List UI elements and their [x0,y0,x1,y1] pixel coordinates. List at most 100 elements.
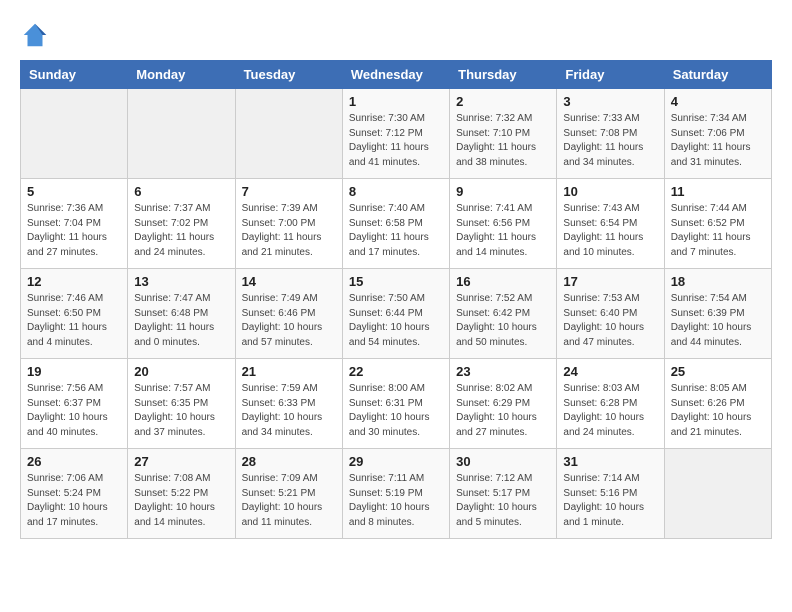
calendar-cell: 4 Sunrise: 7:34 AM Sunset: 7:06 PM Daylig… [664,89,771,179]
calendar-cell: 12Sunrise: 7:46 AM Sunset: 6:50 PM Dayli… [21,269,128,359]
day-info: Sunrise: 7:30 AM Sunset: 7:12 PM Dayligh… [349,112,443,170]
day-info: Sunrise: 7:36 AM Sunset: 7:04 PM Dayligh… [27,202,121,260]
header-day-saturday: Saturday [664,61,771,89]
day-info: Sunrise: 7:41 AM Sunset: 6:56 PM Dayligh… [456,202,550,260]
calendar-cell [128,89,235,179]
calendar-cell: 28Sunrise: 7:09 AM Sunset: 5:21 PM Dayli… [235,449,342,539]
day-number: 24 [563,364,657,379]
calendar-cell: 1 Sunrise: 7:30 AM Sunset: 7:12 PM Daylig… [342,89,449,179]
day-number: 4 [671,94,765,109]
header-day-sunday: Sunday [21,61,128,89]
calendar-cell: 25Sunrise: 8:05 AM Sunset: 6:26 PM Dayli… [664,359,771,449]
day-number: 13 [134,274,228,289]
header-day-monday: Monday [128,61,235,89]
day-info: Sunrise: 8:00 AM Sunset: 6:31 PM Dayligh… [349,382,443,440]
day-info: Sunrise: 7:06 AM Sunset: 5:24 PM Dayligh… [27,472,121,530]
day-info: Sunrise: 8:02 AM Sunset: 6:29 PM Dayligh… [456,382,550,440]
day-info: Sunrise: 7:43 AM Sunset: 6:54 PM Dayligh… [563,202,657,260]
logo [20,20,54,50]
day-info: Sunrise: 7:37 AM Sunset: 7:02 PM Dayligh… [134,202,228,260]
calendar-cell: 15 Sunrise: 7:50 AM Sunset: 6:44 PM Dayli… [342,269,449,359]
calendar-cell: 13 Sunrise: 7:47 AM Sunset: 6:48 PM Dayli… [128,269,235,359]
calendar-cell: 24 Sunrise: 8:03 AM Sunset: 6:28 PM Dayli… [557,359,664,449]
calendar-cell: 31Sunrise: 7:14 AM Sunset: 5:16 PM Dayli… [557,449,664,539]
day-number: 27 [134,454,228,469]
day-number: 25 [671,364,765,379]
day-number: 6 [134,184,228,199]
day-number: 20 [134,364,228,379]
day-info: Sunrise: 7:11 AM Sunset: 5:19 PM Dayligh… [349,472,443,530]
day-number: 23 [456,364,550,379]
week-row-5: 26Sunrise: 7:06 AM Sunset: 5:24 PM Dayli… [21,449,772,539]
day-info: Sunrise: 7:12 AM Sunset: 5:17 PM Dayligh… [456,472,550,530]
day-number: 10 [563,184,657,199]
day-info: Sunrise: 7:47 AM Sunset: 6:48 PM Dayligh… [134,292,228,350]
calendar-cell: 19 Sunrise: 7:56 AM Sunset: 6:37 PM Dayli… [21,359,128,449]
day-number: 18 [671,274,765,289]
calendar-cell: 5 Sunrise: 7:36 AM Sunset: 7:04 PM Daylig… [21,179,128,269]
week-row-4: 19 Sunrise: 7:56 AM Sunset: 6:37 PM Dayli… [21,359,772,449]
day-number: 17 [563,274,657,289]
calendar-cell: 22 Sunrise: 8:00 AM Sunset: 6:31 PM Dayli… [342,359,449,449]
week-row-3: 12Sunrise: 7:46 AM Sunset: 6:50 PM Dayli… [21,269,772,359]
day-number: 1 [349,94,443,109]
calendar-cell: 8 Sunrise: 7:40 AM Sunset: 6:58 PM Daylig… [342,179,449,269]
day-number: 5 [27,184,121,199]
calendar-cell: 20Sunrise: 7:57 AM Sunset: 6:35 PM Dayli… [128,359,235,449]
header-day-wednesday: Wednesday [342,61,449,89]
calendar-cell: 27 Sunrise: 7:08 AM Sunset: 5:22 PM Dayli… [128,449,235,539]
calendar-cell: 26Sunrise: 7:06 AM Sunset: 5:24 PM Dayli… [21,449,128,539]
calendar-cell [235,89,342,179]
day-number: 7 [242,184,336,199]
day-info: Sunrise: 7:49 AM Sunset: 6:46 PM Dayligh… [242,292,336,350]
day-info: Sunrise: 7:46 AM Sunset: 6:50 PM Dayligh… [27,292,121,350]
day-info: Sunrise: 7:33 AM Sunset: 7:08 PM Dayligh… [563,112,657,170]
calendar-cell: 9 Sunrise: 7:41 AM Sunset: 6:56 PM Daylig… [450,179,557,269]
calendar-cell [664,449,771,539]
calendar-cell: 11 Sunrise: 7:44 AM Sunset: 6:52 PM Dayli… [664,179,771,269]
day-number: 8 [349,184,443,199]
calendar-cell: 18 Sunrise: 7:54 AM Sunset: 6:39 PM Dayli… [664,269,771,359]
calendar-cell: 16Sunrise: 7:52 AM Sunset: 6:42 PM Dayli… [450,269,557,359]
day-info: Sunrise: 8:03 AM Sunset: 6:28 PM Dayligh… [563,382,657,440]
day-number: 16 [456,274,550,289]
day-info: Sunrise: 7:09 AM Sunset: 5:21 PM Dayligh… [242,472,336,530]
calendar-table: SundayMondayTuesdayWednesdayThursdayFrid… [20,60,772,539]
day-number: 22 [349,364,443,379]
day-number: 11 [671,184,765,199]
day-number: 19 [27,364,121,379]
calendar-cell: 14 Sunrise: 7:49 AM Sunset: 6:46 PM Dayli… [235,269,342,359]
calendar-cell: 23 Sunrise: 8:02 AM Sunset: 6:29 PM Dayli… [450,359,557,449]
week-row-1: 1 Sunrise: 7:30 AM Sunset: 7:12 PM Daylig… [21,89,772,179]
day-info: Sunrise: 7:53 AM Sunset: 6:40 PM Dayligh… [563,292,657,350]
calendar-body: 1 Sunrise: 7:30 AM Sunset: 7:12 PM Daylig… [21,89,772,539]
day-number: 9 [456,184,550,199]
day-number: 21 [242,364,336,379]
day-info: Sunrise: 7:54 AM Sunset: 6:39 PM Dayligh… [671,292,765,350]
day-number: 31 [563,454,657,469]
page-header [20,20,772,50]
calendar-cell: 17 Sunrise: 7:53 AM Sunset: 6:40 PM Dayli… [557,269,664,359]
calendar-cell: 6 Sunrise: 7:37 AM Sunset: 7:02 PM Daylig… [128,179,235,269]
calendar-cell: 21 Sunrise: 7:59 AM Sunset: 6:33 PM Dayli… [235,359,342,449]
day-info: Sunrise: 7:50 AM Sunset: 6:44 PM Dayligh… [349,292,443,350]
day-info: Sunrise: 7:40 AM Sunset: 6:58 PM Dayligh… [349,202,443,260]
day-number: 15 [349,274,443,289]
day-info: Sunrise: 7:44 AM Sunset: 6:52 PM Dayligh… [671,202,765,260]
day-number: 14 [242,274,336,289]
header-day-friday: Friday [557,61,664,89]
day-info: Sunrise: 7:32 AM Sunset: 7:10 PM Dayligh… [456,112,550,170]
day-number: 2 [456,94,550,109]
day-number: 29 [349,454,443,469]
calendar-header: SundayMondayTuesdayWednesdayThursdayFrid… [21,61,772,89]
header-row: SundayMondayTuesdayWednesdayThursdayFrid… [21,61,772,89]
calendar-cell: 3Sunrise: 7:33 AM Sunset: 7:08 PM Daylig… [557,89,664,179]
day-info: Sunrise: 7:08 AM Sunset: 5:22 PM Dayligh… [134,472,228,530]
calendar-cell: 10 Sunrise: 7:43 AM Sunset: 6:54 PM Dayli… [557,179,664,269]
week-row-2: 5 Sunrise: 7:36 AM Sunset: 7:04 PM Daylig… [21,179,772,269]
header-day-thursday: Thursday [450,61,557,89]
day-info: Sunrise: 7:56 AM Sunset: 6:37 PM Dayligh… [27,382,121,440]
day-info: Sunrise: 7:59 AM Sunset: 6:33 PM Dayligh… [242,382,336,440]
day-info: Sunrise: 7:39 AM Sunset: 7:00 PM Dayligh… [242,202,336,260]
day-info: Sunrise: 7:34 AM Sunset: 7:06 PM Dayligh… [671,112,765,170]
